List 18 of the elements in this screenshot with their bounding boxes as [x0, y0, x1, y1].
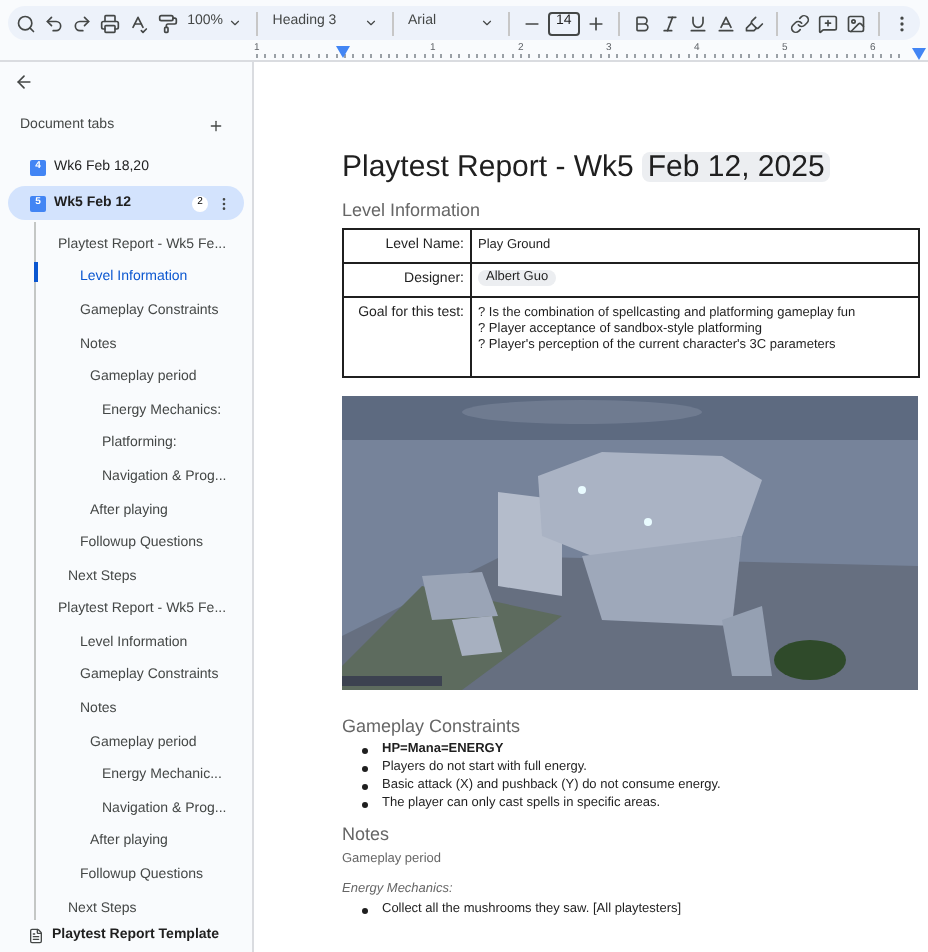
caret-icon: [364, 16, 379, 30]
document-icon: [28, 927, 44, 944]
section-heading: Gameplay Constraints: [342, 718, 523, 736]
section-heading: Level Information: [342, 202, 483, 220]
date-chip[interactable]: Feb 12, 2025: [641, 152, 831, 182]
section-heading: Notes: [342, 826, 392, 844]
caret-icon: [480, 16, 495, 30]
bullet-icon: [362, 802, 368, 808]
current-marker: [34, 262, 38, 283]
add-tab-icon[interactable]: [208, 118, 224, 135]
document-title: Playtest Report - Wk5: [342, 152, 634, 182]
caret-icon: [228, 16, 243, 30]
bullet-icon: [362, 766, 368, 772]
back-arrow-icon[interactable]: [14, 72, 34, 93]
bullet-icon: [362, 908, 368, 914]
indent-marker[interactable]: [336, 46, 350, 58]
bullet-icon: [362, 748, 368, 754]
bullet-icon: [362, 784, 368, 790]
